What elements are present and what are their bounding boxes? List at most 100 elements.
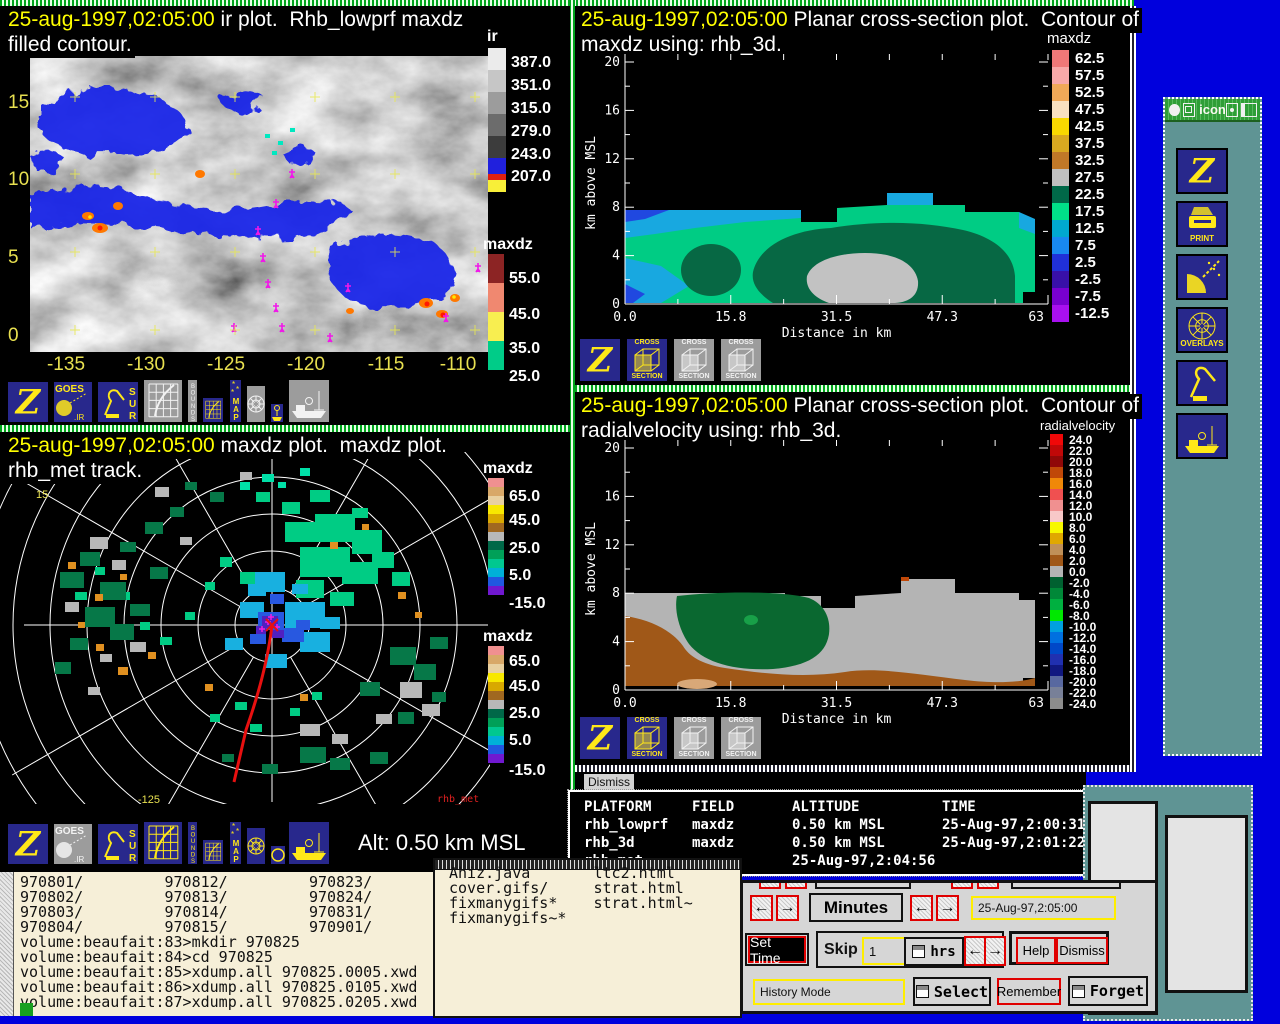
surveillance-radar-button[interactable]: SUR [96, 380, 140, 424]
ir-colorbar-label: ir [487, 28, 498, 46]
azimuth-wheel-overlay-button[interactable] [245, 826, 267, 866]
dismiss-button[interactable]: Dismiss [1056, 937, 1108, 964]
svg-text:D: D [190, 410, 195, 416]
small-grid-overlay-button[interactable] [201, 838, 225, 866]
arrow-button-fragment[interactable] [977, 880, 999, 889]
arrow-button-fragment[interactable] [759, 880, 781, 889]
goes-ir-overlay-button[interactable]: GOES.IR [52, 380, 94, 424]
arrow-button-fragment[interactable] [951, 880, 973, 889]
time-control-panel: ← → Minutes ← → 25-Aug-97,2:05:00 Set Ti… [740, 880, 1158, 1014]
colorbar-tick: -24.0 [1069, 697, 1096, 711]
satellite-palette-button[interactable] [1176, 254, 1228, 300]
step-back-button[interactable]: ← [910, 895, 933, 921]
svg-text:.IR: .IR [74, 413, 84, 422]
history-mode-field[interactable]: History Mode [753, 979, 905, 1005]
hrs-unit-button[interactable]: hrs [904, 937, 964, 966]
title-timestamp: 25-aug-1997,02:05:00 [8, 8, 215, 31]
status-cell: 25-Aug-97,2:04:56 [792, 852, 942, 870]
forget-button[interactable]: Forget [1068, 976, 1148, 1006]
remember-button[interactable]: Remember [997, 978, 1061, 1005]
svg-text:31.5: 31.5 [821, 310, 852, 325]
svg-text:km above MSL: km above MSL [584, 136, 599, 230]
colorbar-tick: -15.0 [509, 595, 545, 613]
palette-titlebar[interactable]: icon [1165, 99, 1260, 122]
surveillance-radar-button[interactable]: SUR [96, 822, 140, 866]
set-time-button[interactable]: Set Time [748, 936, 806, 963]
terminal-cursor [20, 1003, 33, 1016]
goes-ir-overlay-button[interactable]: GOES.IR [52, 822, 94, 866]
ppi-radar-display [0, 452, 490, 804]
svg-text:Z: Z [14, 825, 42, 863]
zebra-logo-button[interactable]: Z [578, 337, 622, 383]
grid-lon-label: -125 [138, 794, 160, 806]
svg-text:D: D [190, 852, 195, 858]
colorbar [488, 478, 504, 595]
title-timestamp: 25-aug-1997,02:05:00 [581, 394, 788, 417]
cross-section-active-button[interactable]: CROSSSECTION [625, 337, 669, 383]
skip-value-field[interactable]: 1 [862, 937, 907, 965]
svg-text:U: U [129, 841, 136, 852]
colorbar-swatch [1052, 84, 1069, 101]
ship-overlay-button[interactable] [287, 378, 331, 424]
zebra-logo-palette-button[interactable]: Z [1176, 148, 1228, 194]
map-overlay-button[interactable]: ***MAP [228, 378, 243, 424]
help-button[interactable]: Help [1016, 937, 1056, 964]
lon-tick-label: -115 [362, 354, 410, 376]
maxdz-colorbar: 55.045.035.025.0 [488, 254, 568, 384]
azimuth-wheel-overlay-button[interactable] [245, 384, 267, 424]
arrow-button-fragment[interactable] [785, 880, 807, 889]
svg-text:U: U [190, 839, 194, 845]
grid-overlay-button[interactable] [142, 378, 184, 424]
lon-tick-label: -110 [434, 354, 482, 376]
xterm-file-listing-window[interactable]: Ahiz.java ltc2.htmlcover.gifs/ strat.htm… [433, 858, 742, 1018]
colorbar-swatch [1052, 50, 1069, 67]
track-platform-label: rhb_met [437, 794, 479, 805]
iconify-icon[interactable] [1183, 103, 1196, 117]
ship-overlay-button[interactable] [287, 820, 331, 866]
step-back-button[interactable]: ← [750, 895, 773, 921]
window-title-line2: filled contour. [8, 33, 135, 58]
terminal-scrollbar[interactable] [0, 872, 14, 1016]
cross-section-active-button[interactable]: CROSSSECTION [625, 715, 669, 761]
step-back-button[interactable]: ← [964, 936, 986, 966]
colorbar-swatch [1052, 135, 1069, 152]
bounds-overlay-button[interactable]: BOUNDS [186, 378, 199, 424]
svg-text:12: 12 [604, 152, 620, 167]
small-grid-overlay-button[interactable] [201, 396, 225, 424]
antenna-palette-button[interactable] [1176, 360, 1228, 406]
zebra-logo-button[interactable]: Z [6, 380, 50, 424]
button-fragment[interactable] [1011, 880, 1121, 889]
maximize-icon[interactable] [1241, 103, 1257, 117]
select-button[interactable]: Select [913, 977, 991, 1006]
grid-overlay-button[interactable] [142, 820, 184, 866]
colorbar-swatch [1052, 203, 1069, 220]
help-dismiss-group: Help Dismiss [1009, 931, 1109, 965]
step-forward-button[interactable]: → [776, 895, 799, 921]
cross-section-button[interactable]: CROSSSECTION [719, 715, 763, 761]
minutes-button[interactable]: Minutes [809, 893, 903, 922]
colorbar-swatch [1050, 588, 1063, 599]
step-forward-button[interactable]: → [984, 936, 1006, 966]
zebra-logo-button[interactable]: Z [6, 822, 50, 866]
overlays-palette-button[interactable]: OVERLAYS [1176, 307, 1228, 353]
range-ring-overlay-button[interactable] [269, 844, 287, 866]
ship-palette-button[interactable] [1176, 413, 1228, 459]
step-forward-button[interactable]: → [936, 895, 959, 921]
map-overlay-button[interactable]: ***MAP [228, 820, 243, 866]
bounds-overlay-button[interactable]: BOUNDS [186, 820, 199, 866]
zebra-logo-button[interactable]: Z [578, 715, 622, 761]
print-palette-button[interactable]: PRINT [1176, 201, 1228, 247]
time-field[interactable]: 25-Aug-97,2:05:00 [971, 896, 1116, 920]
cross-section-button[interactable]: CROSSSECTION [719, 337, 763, 383]
colorbar-tick: 7.5 [1075, 237, 1096, 254]
maxdz-colorbar: 65.045.025.05.0-15.0 [488, 478, 568, 618]
status-dismiss-button[interactable]: Dismiss [583, 773, 635, 791]
buoy-overlay-button[interactable] [269, 402, 285, 424]
button-fragment[interactable] [815, 880, 911, 889]
cross-section-button[interactable]: CROSSSECTION [672, 715, 716, 761]
cross-section-button[interactable]: CROSSSECTION [672, 337, 716, 383]
colorbar-tick: 35.0 [509, 340, 540, 358]
svg-text:0.0: 0.0 [613, 696, 636, 711]
window-menu-icon[interactable] [1169, 104, 1180, 116]
restore-icon[interactable] [1226, 103, 1239, 117]
